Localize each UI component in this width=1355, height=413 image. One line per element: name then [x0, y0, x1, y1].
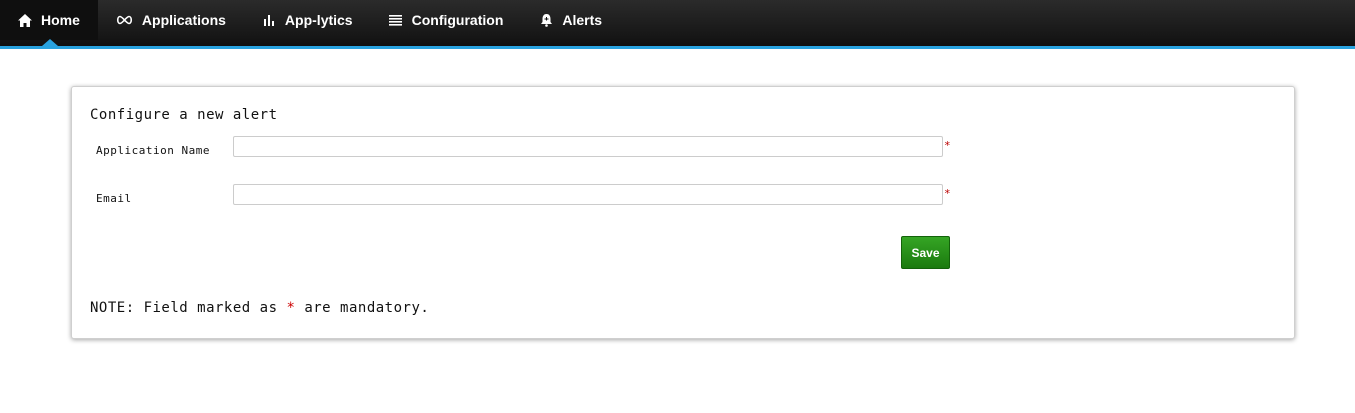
application-name-required-mark: *	[944, 139, 951, 152]
email-label: Email	[96, 192, 132, 205]
note-suffix: are mandatory.	[304, 300, 430, 316]
alarm-icon	[539, 13, 553, 27]
note-prefix: NOTE: Field marked as	[90, 300, 278, 316]
active-caret	[42, 39, 58, 46]
top-navbar: Home Applications App-lytics Configurati…	[0, 0, 1355, 49]
note-star: *	[286, 300, 296, 316]
nav-configuration[interactable]: Configuration	[371, 0, 522, 40]
nav-home-label: Home	[41, 12, 80, 28]
nav-app-lytics[interactable]: App-lytics	[244, 0, 371, 40]
nav-configuration-label: Configuration	[411, 12, 504, 28]
home-icon	[18, 13, 32, 27]
mandatory-note: NOTE: Field marked as * are mandatory.	[90, 300, 429, 316]
alert-config-panel: Configure a new alert Application Name *…	[71, 86, 1295, 339]
nav-home[interactable]: Home	[0, 0, 98, 46]
application-name-label: Application Name	[96, 144, 210, 157]
nav-applications[interactable]: Applications	[98, 0, 244, 40]
nav-alerts[interactable]: Alerts	[521, 0, 620, 40]
nav-alerts-label: Alerts	[562, 12, 603, 28]
bar-chart-icon	[262, 13, 276, 27]
application-name-input[interactable]	[233, 136, 943, 157]
infinity-icon	[116, 13, 133, 27]
nav-applications-label: Applications	[141, 12, 226, 28]
form-title: Configure a new alert	[90, 107, 278, 123]
save-button[interactable]: Save	[901, 236, 950, 269]
nav-app-lytics-label: App-lytics	[284, 12, 353, 28]
email-input[interactable]	[233, 184, 943, 205]
list-icon	[389, 13, 403, 27]
email-required-mark: *	[944, 187, 951, 200]
